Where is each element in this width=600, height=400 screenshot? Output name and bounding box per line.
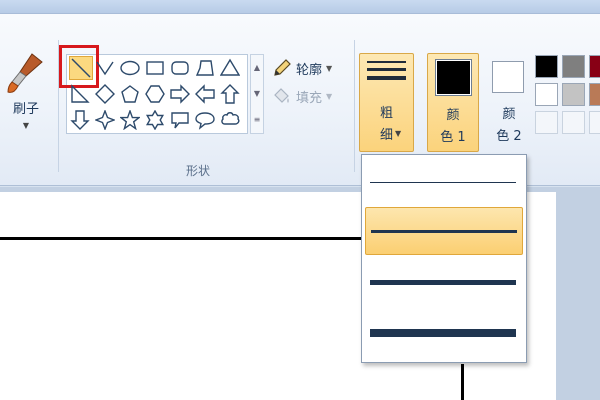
up-arrow-icon <box>220 84 240 104</box>
brush-dropdown-icon[interactable]: ▼ <box>4 121 48 130</box>
color1-label-2: 色 1 <box>440 130 466 145</box>
title-bar <box>0 0 600 14</box>
size-option-1px[interactable] <box>365 158 523 206</box>
rect-callout-icon <box>171 112 189 129</box>
five-point-star-shape-button[interactable] <box>118 108 142 132</box>
four-point-star-shape-button[interactable] <box>93 108 117 132</box>
hexagon-shape-button[interactable] <box>143 82 167 106</box>
drawn-line <box>0 237 364 240</box>
size-button[interactable]: 粗 细 ▼ <box>359 53 414 152</box>
size-option-line <box>370 280 516 285</box>
hexagon-icon <box>145 85 165 103</box>
size-option-3px[interactable] <box>365 207 523 255</box>
shapes-group-title: 形状 <box>186 164 211 178</box>
oval-icon <box>120 60 140 76</box>
size-option-line <box>370 329 516 337</box>
color2-label-2: 色 2 <box>496 129 522 144</box>
cloud-callout-icon <box>221 112 240 125</box>
curve-shape-button[interactable] <box>93 56 117 80</box>
color1-swatch <box>435 59 472 96</box>
palette-empty-swatch[interactable] <box>535 111 558 134</box>
color1-button[interactable]: 颜 色 1 <box>427 53 479 152</box>
palette-empty-swatch[interactable] <box>562 111 585 134</box>
scroll-up-icon[interactable]: ▲ <box>251 55 263 81</box>
gallery-expand-icon[interactable]: ≡ <box>251 107 263 133</box>
size-dropdown-menu <box>361 154 527 363</box>
right-arrow-shape-button[interactable] <box>168 82 192 106</box>
size-label-1: 粗 <box>379 106 393 121</box>
fill-label: 填充 <box>296 90 323 106</box>
size-dropdown-icon: ▼ <box>395 129 402 138</box>
four-point-star-icon <box>95 110 115 130</box>
six-point-star-icon <box>145 110 165 130</box>
outline-label: 轮廓 <box>296 62 323 78</box>
outline-dropdown-icon[interactable]: ▼ <box>326 64 332 73</box>
triangle-shape-button[interactable] <box>218 56 242 80</box>
right-triangle-icon <box>71 84 90 103</box>
size-option-line <box>370 182 516 183</box>
polygon-shape-button[interactable] <box>193 56 217 80</box>
down-arrow-shape-button[interactable] <box>68 108 92 132</box>
triangle-icon <box>220 58 240 76</box>
polygon-icon <box>195 60 214 76</box>
fill-button[interactable]: 填充 ▼ <box>272 84 332 108</box>
cloud-callout-shape-button[interactable] <box>218 108 242 132</box>
rectangle-shape-button[interactable] <box>143 56 167 80</box>
pentagon-shape-button[interactable] <box>118 82 142 106</box>
brush-label: 刷子 <box>12 102 39 117</box>
down-arrow-icon <box>70 110 90 130</box>
rounded-rectangle-icon <box>171 61 189 75</box>
group-separator <box>354 40 355 172</box>
diamond-shape-button[interactable] <box>93 82 117 106</box>
size-option-8px[interactable] <box>365 308 523 356</box>
shapes-scrollbar[interactable]: ▲ ▼ ≡ <box>250 54 264 134</box>
palette-empty-swatch[interactable] <box>589 111 600 134</box>
rect-callout-shape-button[interactable] <box>168 108 192 132</box>
up-arrow-shape-button[interactable] <box>218 82 242 106</box>
six-point-star-shape-button[interactable] <box>143 108 167 132</box>
palette-swatch[interactable] <box>562 55 585 78</box>
color2-label-1: 颜 <box>502 107 516 122</box>
palette-swatch[interactable] <box>535 83 558 106</box>
palette-swatch[interactable] <box>589 55 600 78</box>
left-arrow-icon <box>195 84 215 104</box>
fill-dropdown-icon[interactable]: ▼ <box>326 92 332 101</box>
size-option-line <box>371 230 517 233</box>
left-arrow-shape-button[interactable] <box>193 82 217 106</box>
palette-swatch[interactable] <box>535 55 558 78</box>
size-preview-line <box>367 76 406 80</box>
size-preview-line <box>367 61 406 63</box>
rounded-rectangle-shape-button[interactable] <box>168 56 192 80</box>
pentagon-icon <box>121 85 139 103</box>
oval-shape-button[interactable] <box>118 56 142 80</box>
palette-swatch[interactable] <box>589 83 600 106</box>
right-triangle-shape-button[interactable] <box>68 82 92 106</box>
five-point-star-icon <box>120 110 140 130</box>
oval-callout-shape-button[interactable] <box>193 108 217 132</box>
curve-icon <box>96 61 114 76</box>
color1-label-1: 颜 <box>446 108 460 123</box>
rectangle-icon <box>146 61 164 75</box>
size-label-2: 细 <box>379 128 393 143</box>
pencil-icon <box>274 59 291 76</box>
palette-swatch[interactable] <box>562 83 585 106</box>
scroll-down-icon[interactable]: ▼ <box>251 81 263 107</box>
drawn-line <box>461 364 464 400</box>
size-preview-line <box>367 68 406 71</box>
brush-icon <box>7 53 43 93</box>
color2-swatch <box>492 61 524 93</box>
fill-bucket-icon <box>274 88 289 103</box>
right-arrow-icon <box>170 84 190 104</box>
color2-button[interactable]: 颜 色 2 <box>488 53 530 152</box>
brush-button[interactable]: 刷子 ▼ <box>4 50 48 130</box>
diamond-icon <box>95 84 115 104</box>
outline-button[interactable]: 轮廓 ▼ <box>272 56 332 80</box>
oval-callout-icon <box>195 112 215 130</box>
size-option-5px[interactable] <box>365 258 523 306</box>
